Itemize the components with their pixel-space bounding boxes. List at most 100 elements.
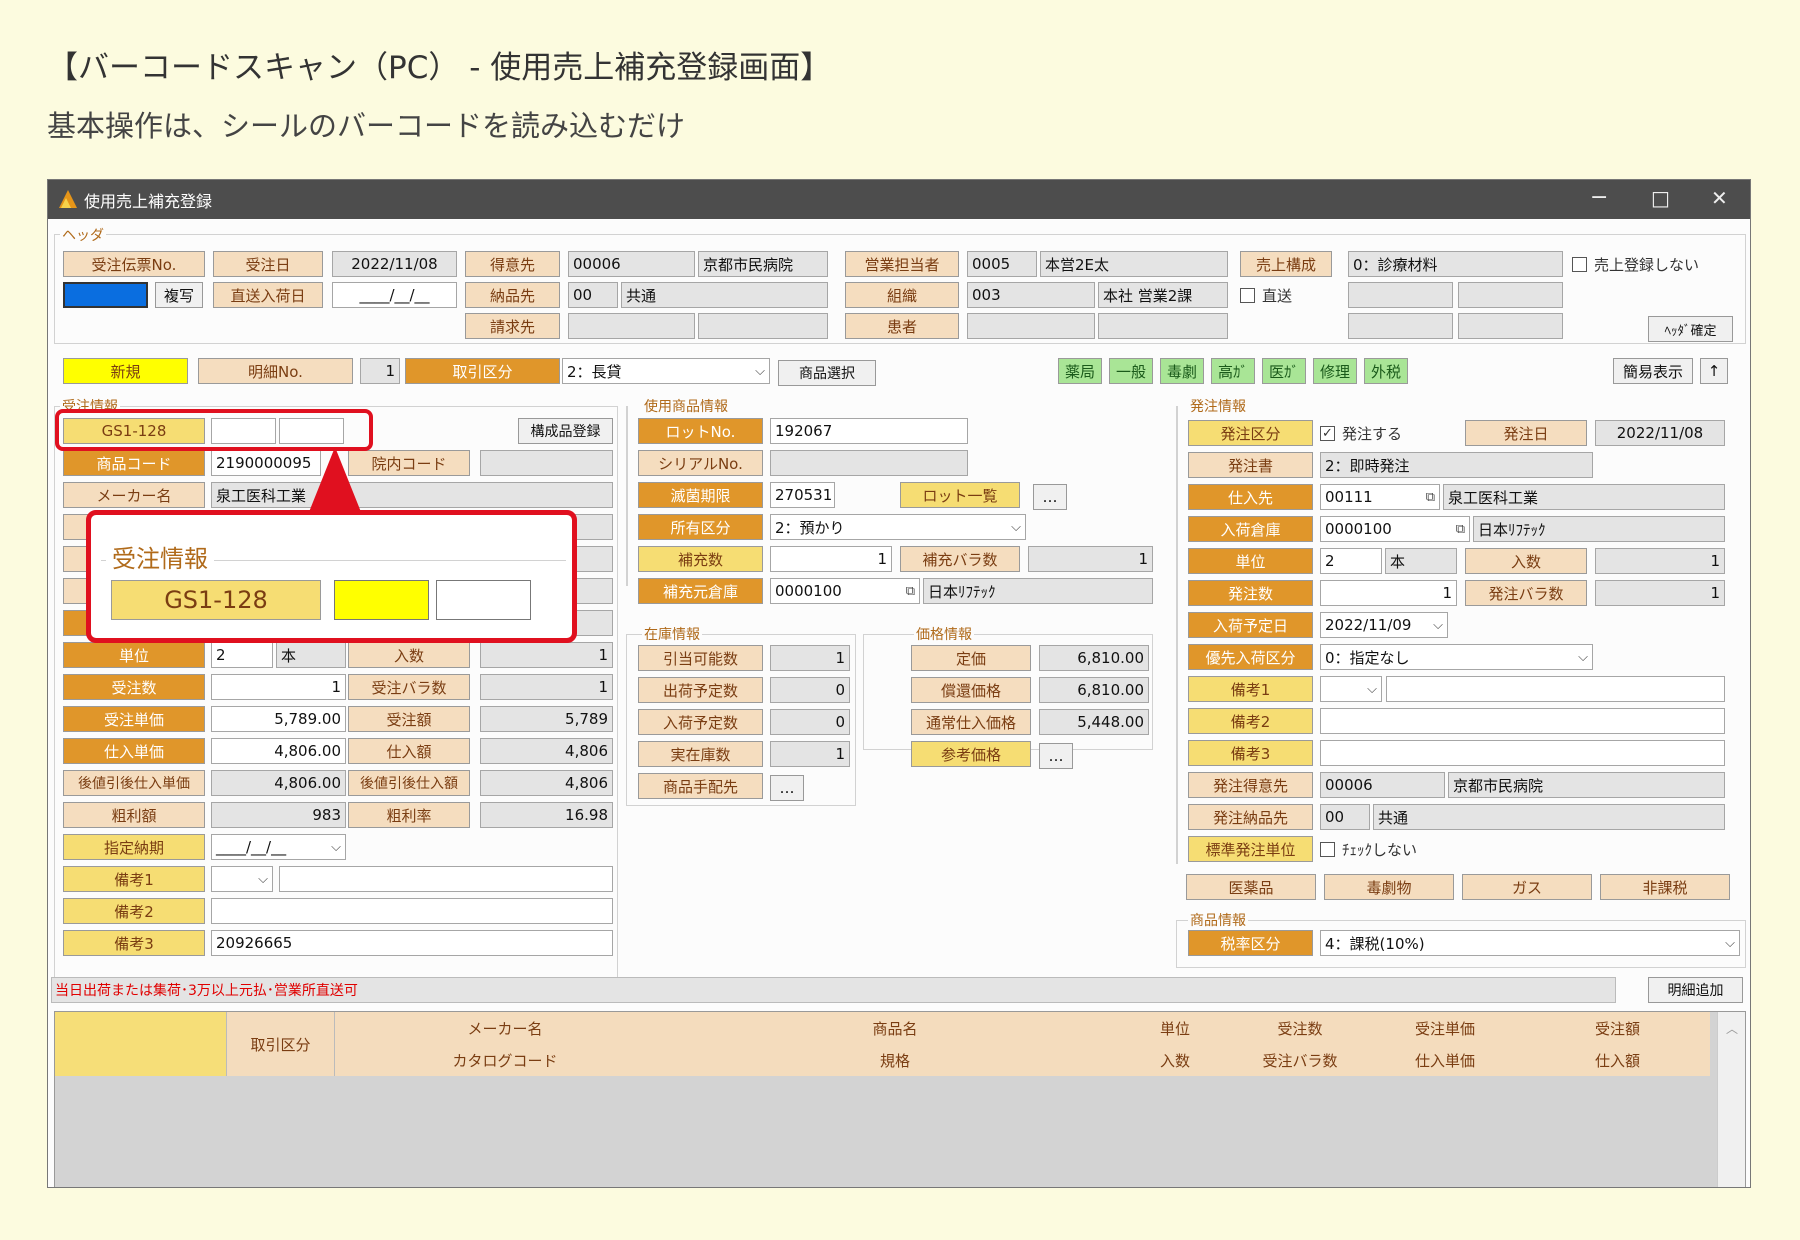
minimize-button[interactable]: − (1590, 184, 1608, 212)
po-note2-field[interactable] (1320, 708, 1725, 734)
direct-date-field[interactable]: ____/__/__ (332, 282, 457, 308)
order-pcs-field: 1 (480, 674, 613, 700)
note1-label: 備考1 (63, 866, 205, 892)
po-note3-field[interactable] (1320, 740, 1725, 766)
post-disc-price-label: 後値引後仕入単価 (63, 770, 205, 796)
scroll-up-icon[interactable]: ︿ (1726, 1020, 1738, 1037)
po-note1-label: 備考1 (1188, 676, 1313, 702)
line-no-field[interactable]: 1 (360, 358, 400, 384)
chevron-down-icon: ⌵ (1367, 681, 1377, 697)
ownership-select[interactable]: 2：預かり ⌵ (770, 514, 1026, 540)
components-button[interactable]: 構成品登録 (518, 418, 613, 444)
refill-qty-field[interactable]: 1 (770, 546, 892, 572)
order-date-field[interactable]: 2022/11/08 (332, 251, 457, 277)
new-label: 新規 (63, 358, 188, 384)
billing-label: 請求先 (465, 313, 560, 339)
note2-field[interactable] (211, 898, 613, 924)
order-qty-field[interactable]: 1 (211, 674, 346, 700)
grid-col-unit-price: 受注単価 (1414, 1019, 1475, 1038)
price-group-label: 価格情報 (914, 624, 974, 644)
no-sales-checkbox[interactable]: 売上登録しない (1572, 251, 1742, 277)
maker-label: メーカー名 (63, 482, 205, 508)
sales-comp-field[interactable]: 0：診療材料 (1348, 251, 1563, 277)
qty-per-label: 入数 (348, 642, 470, 668)
lookup-icon[interactable]: ⧉ (1456, 522, 1465, 537)
normal-cost-label: 通常仕入価格 (911, 709, 1031, 735)
po-note1-select[interactable]: ⌵ (1320, 676, 1382, 702)
note1-field[interactable] (279, 866, 613, 892)
lot-list-button[interactable]: ロット一覧 (900, 482, 1020, 508)
order-no-field[interactable] (63, 282, 148, 308)
org-code-field[interactable]: 003 (967, 282, 1095, 308)
used-product-group (626, 406, 628, 586)
arrange-more-button[interactable]: … (770, 775, 804, 801)
checkbox-icon (1572, 256, 1587, 272)
note1-select[interactable]: ⌵ (211, 866, 273, 892)
supplier-code-field[interactable]: 00111 ⧉ (1320, 484, 1440, 510)
po-dest-code-field[interactable]: 00 (1320, 804, 1370, 830)
direct-checkbox[interactable]: 直送 (1240, 282, 1330, 308)
scroll-up-button[interactable]: ↑ (1700, 358, 1728, 384)
cost-price-label: 仕入単価 (63, 738, 205, 764)
arrival-wh-code-field[interactable]: 0000100 ⧉ (1320, 516, 1470, 542)
window-title: 使用売上補充登録 (84, 192, 213, 211)
delivery-code-field[interactable]: 00 (568, 282, 618, 308)
lot-field[interactable]: 192067 (770, 418, 968, 444)
std-unit-checkbox[interactable]: ﾁｪｯｸしない (1320, 836, 1470, 862)
po-qty-field[interactable]: 1 (1320, 580, 1457, 606)
simple-view-button[interactable]: 簡易表示 (1613, 358, 1693, 384)
cost-price-field[interactable]: 4,806.00 (211, 738, 346, 764)
order-qty-label: 受注数 (63, 674, 205, 700)
detail-grid[interactable]: 取引区分 メーカー名 商品名 単位 受注数 受注単価 受注額 カタログコード 規… (54, 1011, 1746, 1187)
post-disc-price-field: 4,806.00 (211, 770, 346, 796)
po-unit-field[interactable]: 2 (1320, 548, 1382, 574)
due-date-select[interactable]: ____/__/__ ⌵ (211, 834, 346, 860)
header-confirm-button[interactable]: ﾍｯﾀﾞ確定 (1648, 316, 1733, 342)
po-date-field[interactable]: 2022/11/08 (1595, 420, 1725, 446)
ref-price-more-button[interactable]: … (1039, 743, 1073, 769)
unit-field[interactable]: 2 (211, 642, 273, 668)
note2-label: 備考2 (63, 898, 205, 924)
in-code-label: 院内コード (348, 450, 470, 476)
unit-price-field[interactable]: 5,789.00 (211, 706, 346, 732)
amount-label: 受注額 (348, 706, 470, 732)
po-order-checkbox[interactable]: ✓ 発注する (1320, 420, 1440, 446)
lookup-icon[interactable]: ⧉ (906, 584, 915, 599)
grid-col-amount: 受注額 (1594, 1019, 1640, 1038)
maximize-button[interactable]: □ (1651, 184, 1670, 212)
eta-label: 入荷予定日 (1188, 612, 1313, 638)
billing-code-field[interactable] (568, 313, 695, 339)
copy-button[interactable]: 複写 (155, 282, 203, 308)
app-window: 使用売上補充登録 − □ ✕ ヘッダ 受注伝票No. 受注日 2022/11/0… (47, 179, 1751, 1188)
priority-select[interactable]: 0：指定なし ⌵ (1320, 644, 1593, 670)
delivery-name-field: 共通 (621, 282, 828, 308)
customer-code-field[interactable]: 00006 (568, 251, 695, 277)
order-date-label: 受注日 (213, 251, 323, 277)
po-dest-name-field: 共通 (1373, 804, 1725, 830)
close-button[interactable]: ✕ (1711, 184, 1728, 212)
po-note1-field[interactable] (1386, 676, 1725, 702)
patient-code-field[interactable] (967, 313, 1095, 339)
sales-rep-code-field[interactable]: 0005 (967, 251, 1037, 277)
unit-price-label: 受注単価 (63, 706, 205, 732)
po-form-field[interactable]: 2：即時発注 (1320, 452, 1593, 478)
tax-select[interactable]: 4：課税(10%) ⌵ (1320, 930, 1740, 956)
message-bar: 当日出荷または集荷･3万以上元払･営業所直送可 (51, 977, 1616, 1003)
arrange-label: 商品手配先 (638, 773, 763, 799)
sales-rep-name-field: 本営2E太 (1040, 251, 1228, 277)
lookup-icon[interactable]: ⧉ (1426, 490, 1435, 505)
chevron-down-icon: ⌵ (258, 871, 268, 887)
trade-type-select[interactable]: 2：長貸 ⌵ (562, 358, 770, 384)
src-wh-code-field[interactable]: 0000100 ⧉ (770, 578, 920, 604)
chevron-down-icon: ⌵ (1578, 649, 1588, 665)
po-customer-code-field[interactable]: 00006 (1320, 772, 1445, 798)
note3-field[interactable]: 20926665 (211, 930, 613, 956)
add-line-button[interactable]: 明細追加 (1648, 977, 1743, 1003)
lot-more-button[interactable]: … (1033, 484, 1067, 510)
grid-col-trade: 取引区分 (227, 1012, 335, 1076)
tag-poison: 毒劇 (1160, 358, 1204, 384)
grid-scrollbar[interactable]: ︿ (1717, 1012, 1745, 1187)
expiry-field[interactable]: 270531 (770, 482, 835, 508)
product-select-button[interactable]: 商品選択 (778, 360, 876, 386)
eta-select[interactable]: 2022/11/09 ⌵ (1320, 612, 1448, 638)
